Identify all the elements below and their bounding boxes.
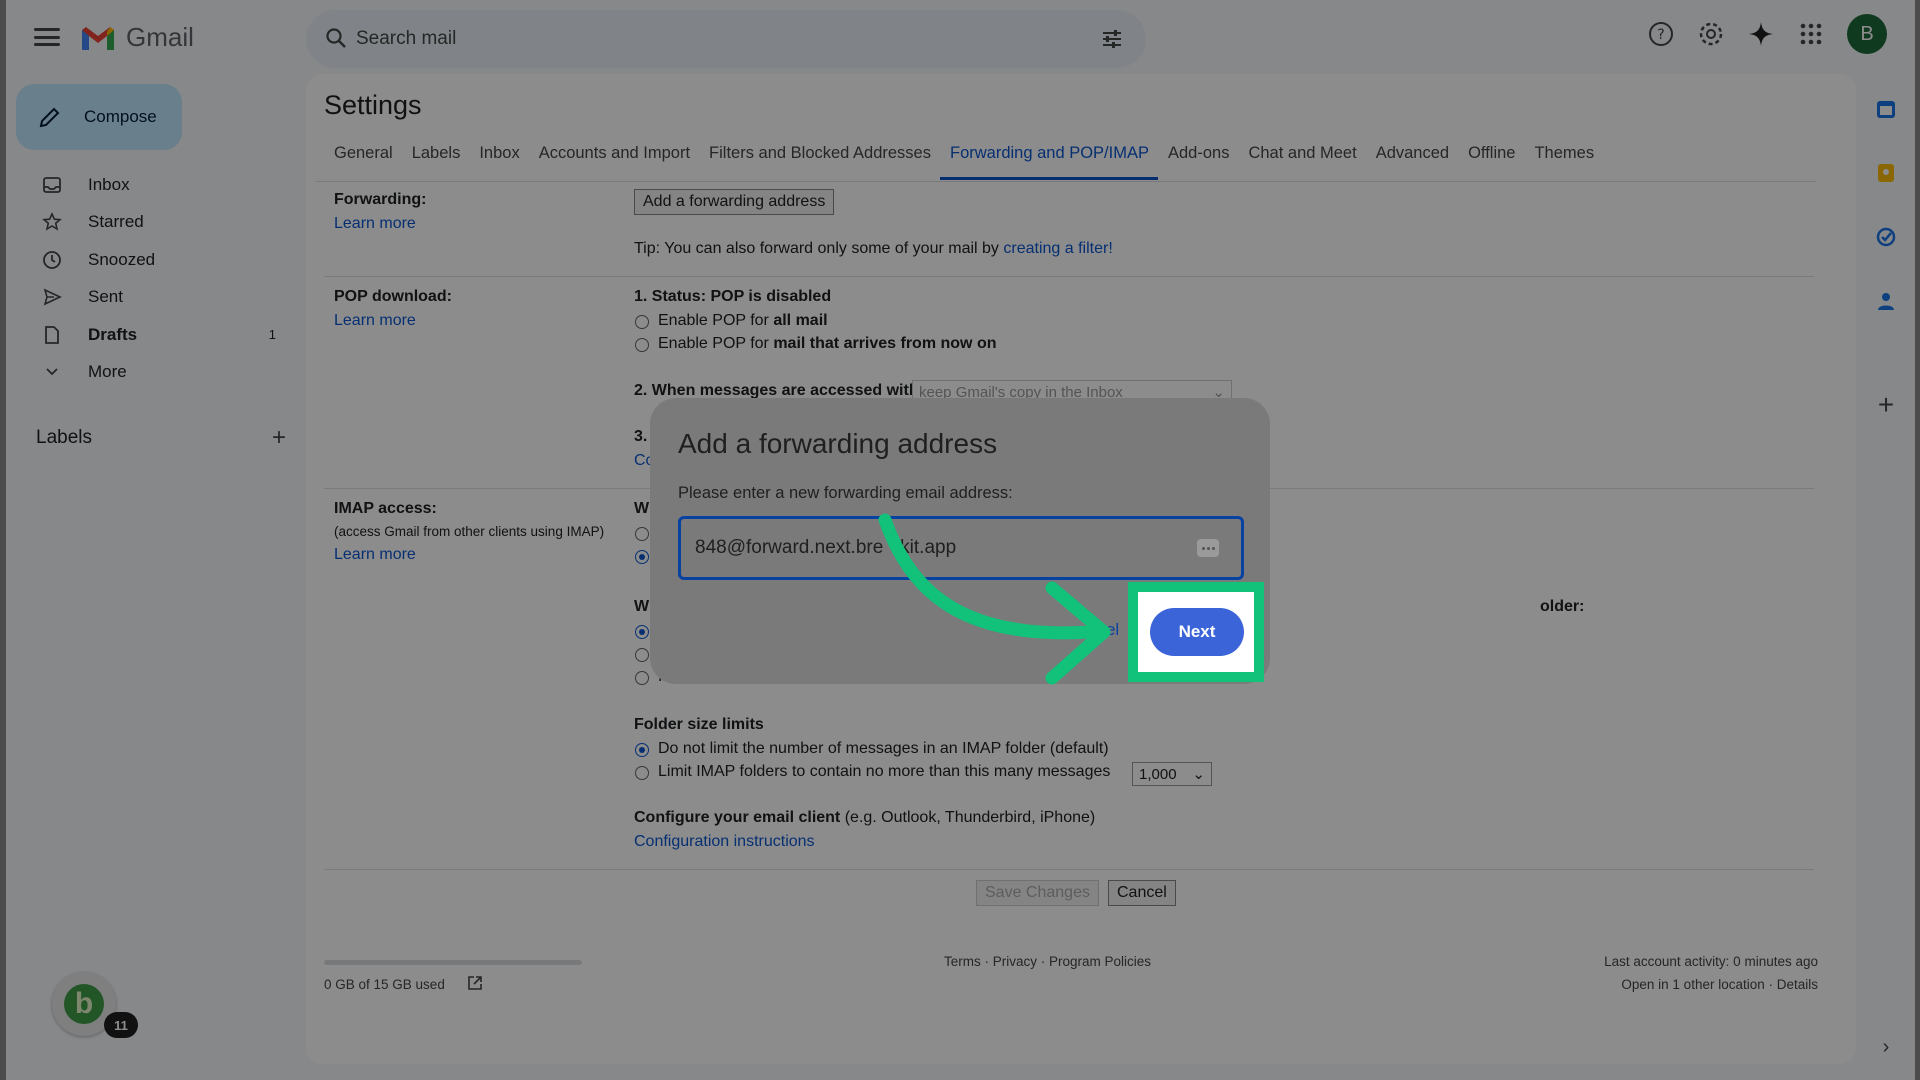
forwarding-email-field[interactable] xyxy=(678,516,1244,580)
autofill-icon[interactable] xyxy=(1197,539,1219,557)
dialog-title: Add a forwarding address xyxy=(678,428,998,459)
next-button[interactable]: Next xyxy=(1150,608,1244,656)
dialog-prompt: Please enter a new forwarding email addr… xyxy=(678,484,1013,502)
forwarding-email-input[interactable] xyxy=(695,519,1165,577)
dialog-cancel-button[interactable]: ncel xyxy=(1088,620,1119,640)
